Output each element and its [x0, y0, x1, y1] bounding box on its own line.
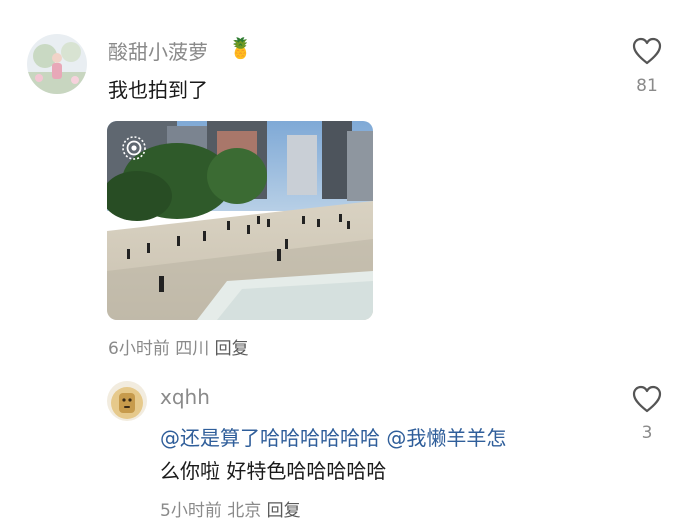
comment-photo[interactable] — [107, 121, 373, 320]
comment-time: 6小时前 — [108, 339, 170, 359]
comment-location: 北京 — [227, 501, 262, 521]
live-photo-icon — [122, 136, 146, 160]
mention-link[interactable]: @我懒羊羊怎 — [386, 426, 506, 450]
avatar[interactable] — [27, 34, 87, 94]
like-heart-icon[interactable] — [632, 37, 662, 65]
mention-link[interactable]: @ — [160, 426, 180, 450]
pineapple-badge-icon: 🍍 — [228, 36, 253, 60]
comment-text: 我也拍到了 — [108, 78, 208, 102]
comment-text: @还是算了哈哈哈哈哈哈 @我懒羊羊怎 么你啦 好特色哈哈哈哈哈 — [160, 422, 600, 488]
reply-button[interactable]: 回复 — [267, 501, 301, 521]
avatar-image — [27, 34, 87, 94]
avatar[interactable] — [107, 381, 147, 421]
like-count: 81 — [636, 76, 658, 96]
comment-meta: 6小时前 四川 回复 — [108, 334, 249, 359]
comment-meta: 5小时前 北京 回复 — [160, 496, 301, 521]
avatar-image — [107, 381, 147, 421]
like-count: 3 — [641, 423, 653, 443]
comment-text-rest: 么你啦 好特色哈哈哈哈哈 — [160, 459, 387, 483]
mention-link[interactable]: 还是算了哈哈哈哈哈哈 — [180, 426, 380, 450]
like-heart-icon[interactable] — [632, 385, 662, 413]
username[interactable]: 酸甜小菠萝 — [108, 36, 208, 65]
comment-time: 5小时前 — [160, 501, 222, 521]
reply-button[interactable]: 回复 — [215, 339, 249, 359]
comment-location: 四川 — [175, 339, 210, 359]
username[interactable]: xqhh — [160, 385, 210, 409]
